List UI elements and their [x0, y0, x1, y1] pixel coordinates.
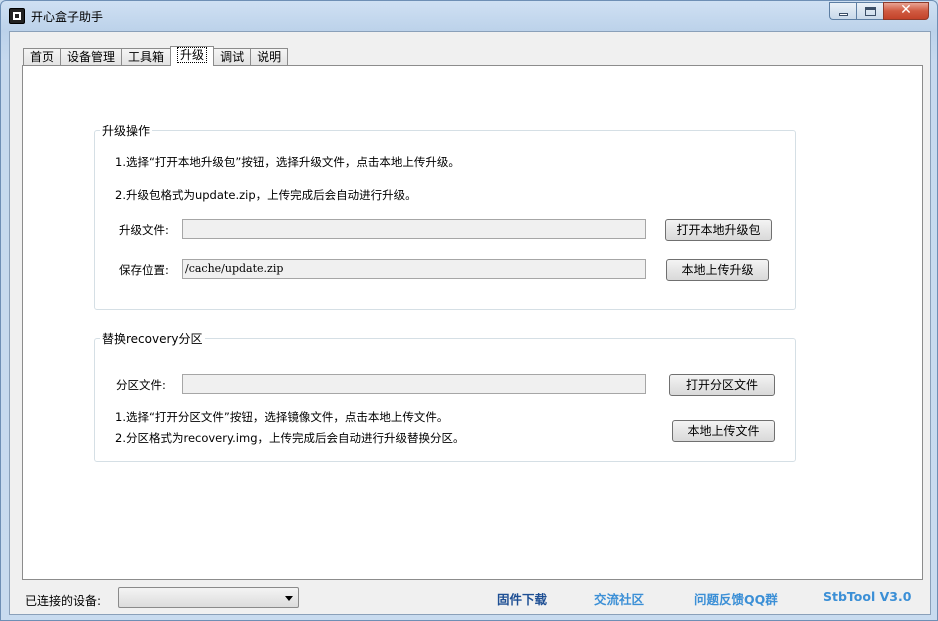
save-location-field[interactable]: /cache/update.zip — [182, 259, 646, 279]
window-title: 开心盒子助手 — [31, 10, 104, 24]
app-window: 开心盒子助手 ✕ 首页 设备管理 工具箱 升级 调试 说明 升级操作 1.选择“… — [0, 0, 938, 621]
local-upload-file-button[interactable]: 本地上传文件 — [672, 420, 775, 442]
local-upload-upgrade-button[interactable]: 本地上传升级 — [666, 259, 769, 281]
connected-device-select[interactable] — [118, 587, 299, 608]
title-bar[interactable]: 开心盒子助手 ✕ — [1, 1, 937, 31]
maximize-button[interactable] — [856, 2, 883, 20]
maximize-icon — [865, 7, 876, 16]
tab-upgrade[interactable]: 升级 — [170, 46, 215, 66]
partition-file-label: 分区文件: — [116, 378, 166, 392]
firmware-download-link[interactable]: 固件下载 — [497, 589, 547, 608]
tab-toolbox[interactable]: 工具箱 — [121, 48, 172, 66]
upgrade-group-title: 升级操作 — [100, 122, 153, 139]
save-location-label: 保存位置: — [119, 263, 169, 277]
upgrade-file-field[interactable] — [182, 219, 646, 239]
caption-buttons: ✕ — [829, 2, 929, 21]
upgrade-file-label: 升级文件: — [119, 223, 169, 237]
upgrade-instruction-1: 1.选择“打开本地升级包”按钮，选择升级文件，点击本地上传升级。 — [115, 155, 460, 169]
community-link[interactable]: 交流社区 — [594, 589, 644, 608]
tab-upgrade-label: 升级 — [177, 47, 208, 63]
recovery-group-title: 替换recovery分区 — [100, 330, 205, 347]
tab-device-management[interactable]: 设备管理 — [60, 48, 123, 66]
tab-debug[interactable]: 调试 — [213, 48, 252, 66]
tab-home[interactable]: 首页 — [23, 48, 62, 66]
recovery-instruction-2: 2.分区格式为recovery.img，上传完成后会自动进行升级替换分区。 — [115, 431, 465, 445]
upgrade-tab-page: 升级操作 1.选择“打开本地升级包”按钮，选择升级文件，点击本地上传升级。 2.… — [22, 65, 923, 580]
close-button[interactable]: ✕ — [883, 2, 929, 20]
upgrade-instruction-2: 2.升级包格式为update.zip，上传完成后会自动进行升级。 — [115, 188, 417, 202]
tab-help[interactable]: 说明 — [250, 48, 289, 66]
open-partition-file-button[interactable]: 打开分区文件 — [669, 374, 775, 396]
connected-device-label: 已连接的设备: — [25, 594, 102, 608]
feedback-qq-link[interactable]: 问题反馈QQ群 — [694, 589, 778, 608]
partition-file-field[interactable] — [182, 374, 646, 394]
app-icon — [9, 8, 25, 24]
chevron-down-icon[interactable] — [285, 596, 293, 601]
minimize-icon — [839, 13, 848, 16]
minimize-button[interactable] — [829, 2, 856, 20]
recovery-group: 替换recovery分区 分区文件: 打开分区文件 1.选择“打开分区文件”按钮… — [94, 330, 796, 462]
upgrade-group: 升级操作 1.选择“打开本地升级包”按钮，选择升级文件，点击本地上传升级。 2.… — [94, 122, 796, 310]
close-icon: ✕ — [900, 2, 912, 18]
client-area: 首页 设备管理 工具箱 升级 调试 说明 升级操作 1.选择“打开本地升级包”按… — [9, 31, 931, 615]
status-bar: 已连接的设备: 固件下载 交流社区 问题反馈QQ群 StbTool V3.0 — [10, 580, 930, 614]
open-local-package-button[interactable]: 打开本地升级包 — [665, 219, 772, 241]
recovery-instruction-1: 1.选择“打开分区文件”按钮，选择镜像文件，点击本地上传文件。 — [115, 410, 449, 424]
version-label: StbTool V3.0 — [823, 589, 912, 604]
tab-bar: 首页 设备管理 工具箱 升级 调试 说明 — [23, 46, 289, 66]
